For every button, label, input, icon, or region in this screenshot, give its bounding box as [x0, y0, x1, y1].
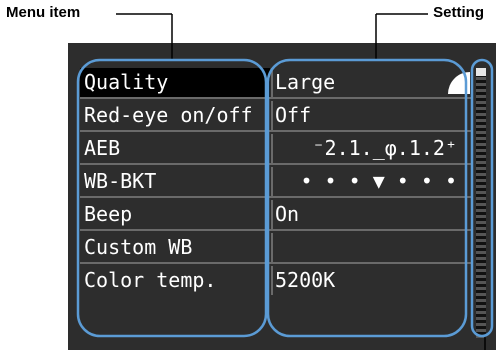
menu-item-outline [76, 58, 268, 338]
callout-overlay [76, 13, 494, 350]
setting-outline [266, 58, 468, 338]
scrollbar-outline [470, 58, 494, 338]
